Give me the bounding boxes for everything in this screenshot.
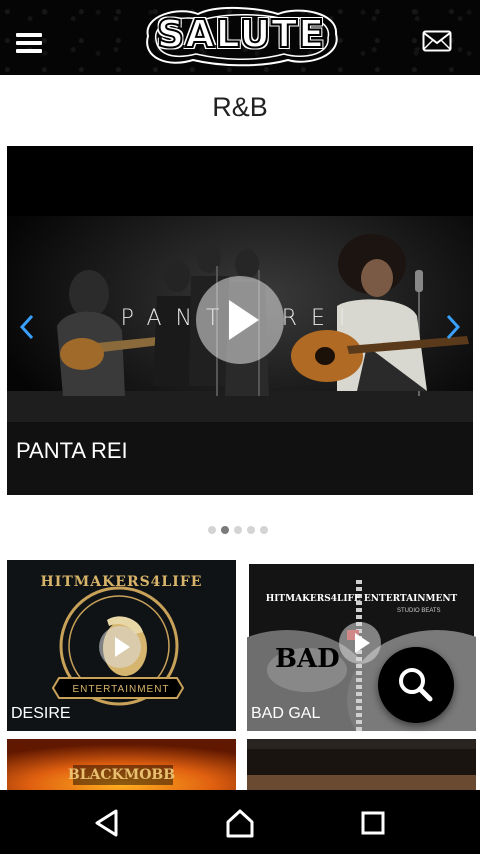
search-fab[interactable]	[378, 647, 454, 723]
play-button[interactable]	[196, 276, 284, 364]
play-button[interactable]	[99, 626, 141, 668]
logo-text: SALUTE	[156, 11, 326, 57]
tile-art-text: HITMAKERS4LIFE	[40, 574, 203, 590]
hamburger-menu-icon[interactable]	[16, 33, 44, 55]
pagination-dot[interactable]	[260, 526, 268, 534]
tile-label[interactable]: BAD GAL	[251, 705, 320, 723]
tile-art-text: BLACKMOBB	[67, 767, 176, 783]
pagination-dot[interactable]	[234, 526, 242, 534]
pagination-dot[interactable]	[247, 526, 255, 534]
tile-art-small-text: STUDIO BEATS	[397, 608, 441, 614]
chevron-left-icon[interactable]	[17, 312, 37, 342]
app-header: SALUTE	[0, 0, 480, 75]
video-tile-4[interactable]	[247, 739, 476, 790]
system-nav-bar	[0, 790, 480, 854]
tile-art-subtext: ENTERTAINMENT	[72, 684, 170, 695]
pagination-dot[interactable]	[208, 526, 216, 534]
section-title: R&B	[212, 92, 268, 122]
search-icon	[399, 668, 433, 702]
carousel-pagination	[208, 526, 268, 536]
tile-art-big-text: BAD	[275, 644, 340, 674]
envelope-icon[interactable]	[422, 30, 452, 52]
home-icon[interactable]	[223, 806, 257, 840]
slide-title[interactable]: PANTA REI	[16, 438, 128, 464]
app-logo: SALUTE	[138, 6, 344, 68]
video-tile-desire[interactable]: HITMAKERS4LIFE ENTERTAINMENT DESIRE	[7, 560, 236, 731]
tile-label[interactable]: DESIRE	[11, 705, 71, 723]
tile-art-text: HITMAKERS4LIFE ENTERTAINMENT	[265, 594, 458, 604]
video-tile-blackmobb[interactable]: BLACKMOBB	[7, 739, 236, 790]
pagination-dot-active[interactable]	[221, 526, 229, 534]
featured-carousel[interactable]: PANTA REI PANTA REI	[7, 146, 473, 495]
back-triangle-icon[interactable]	[90, 806, 124, 840]
recents-square-icon[interactable]	[356, 806, 390, 840]
play-button[interactable]	[339, 622, 381, 664]
chevron-right-icon[interactable]	[443, 312, 463, 342]
